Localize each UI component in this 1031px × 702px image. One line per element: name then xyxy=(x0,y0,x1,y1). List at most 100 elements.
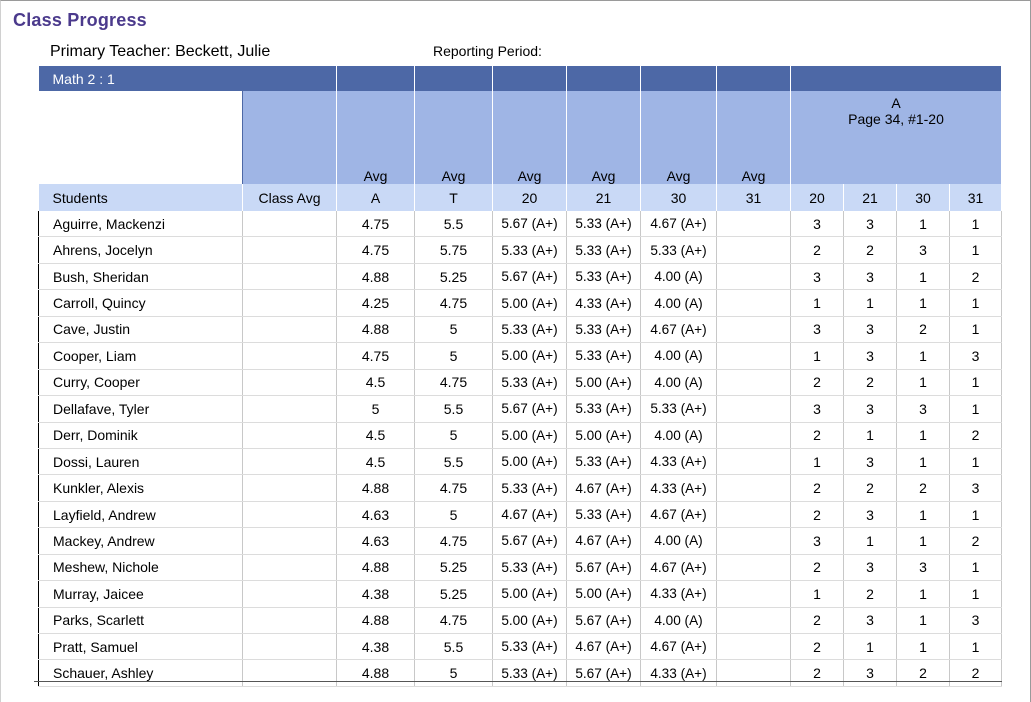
class-bar-cell xyxy=(566,66,641,91)
avg-30-cell: 4.67 (A+) xyxy=(640,316,717,344)
avg-31-cell xyxy=(716,474,791,502)
class-bar-cell xyxy=(790,66,1002,91)
class-avg-cell xyxy=(242,422,337,449)
avg-21-cell: 5.33 (A+) xyxy=(566,236,641,264)
col-score-20: 20 xyxy=(790,184,844,211)
avg-20-cell: 5.33 (A+) xyxy=(492,633,567,661)
table-row: Meshew, Nichole 4.88 5.25 5.33 (A+) 5.67 (A+… xyxy=(38,554,1002,582)
score-20-cell: 2 xyxy=(790,633,844,661)
avg-label: Avg xyxy=(566,91,641,184)
score-31-cell: 3 xyxy=(949,474,1002,502)
student-name: Bush, Sheridan xyxy=(38,263,243,291)
score-30-cell: 3 xyxy=(896,236,950,264)
class-avg-cell xyxy=(242,501,337,529)
avg-label: Avg xyxy=(336,91,415,184)
score-31-cell: 1 xyxy=(949,633,1002,661)
score-30-cell: 1 xyxy=(896,289,950,317)
assignment-title: A xyxy=(891,95,901,111)
avg-20-cell: 4.67 (A+) xyxy=(492,501,567,529)
table-row: Mackey, Andrew 4.63 4.75 5.67 (A+) 4.67 (A+)… xyxy=(38,527,1002,555)
avg-20-cell: 5.00 (A+) xyxy=(492,448,567,476)
avg-a-cell: 4.5 xyxy=(336,369,415,397)
avg-31-cell xyxy=(716,369,791,397)
avg-31-cell xyxy=(716,289,791,317)
avg-31-cell xyxy=(716,448,791,476)
avg-31-cell xyxy=(716,607,791,635)
avg-31-cell xyxy=(716,342,791,370)
col-avg-31: 31 xyxy=(716,184,791,211)
student-name: Carroll, Quincy xyxy=(38,289,243,317)
class-avg-cell xyxy=(242,289,337,317)
class-avg-cell xyxy=(242,395,337,423)
avg-31-cell xyxy=(716,263,791,291)
avg-30-cell: 4.33 (A+) xyxy=(640,580,717,608)
score-21-cell: 1 xyxy=(843,527,897,555)
class-avg-cell xyxy=(242,659,337,687)
avg-30-cell: 4.67 (A+) xyxy=(640,211,717,238)
avg-label: Avg xyxy=(640,91,717,184)
student-name: Layfield, Andrew xyxy=(38,501,243,529)
avg-31-cell xyxy=(716,211,791,238)
score-31-cell: 1 xyxy=(949,395,1002,423)
avg-30-cell: 4.67 (A+) xyxy=(640,501,717,529)
avg-t-cell: 5.25 xyxy=(414,580,493,608)
avg-t-cell: 5 xyxy=(414,659,493,687)
score-31-cell: 3 xyxy=(949,607,1002,635)
class-avg-cell xyxy=(242,527,337,555)
avg-label: Avg xyxy=(414,91,493,184)
score-31-cell: 1 xyxy=(949,501,1002,529)
avg-20-cell: 5.33 (A+) xyxy=(492,369,567,397)
table-row: Kunkler, Alexis 4.88 4.75 5.33 (A+) 4.67 (A+… xyxy=(38,474,1002,502)
avg-30-cell: 4.00 (A) xyxy=(640,263,717,291)
avg-t-cell: 5.5 xyxy=(414,448,493,476)
avg-t-cell: 5.75 xyxy=(414,236,493,264)
student-name: Dossi, Lauren xyxy=(38,448,243,476)
avg-20-cell: 5.00 (A+) xyxy=(492,342,567,370)
avg-a-cell: 4.75 xyxy=(336,211,415,238)
avg-20-cell: 5.33 (A+) xyxy=(492,316,567,344)
score-30-cell: 3 xyxy=(896,395,950,423)
avg-a-cell: 4.25 xyxy=(336,289,415,317)
avg-21-cell: 4.67 (A+) xyxy=(566,527,641,555)
avg-21-cell: 5.33 (A+) xyxy=(566,395,641,423)
avg-label: Avg xyxy=(716,91,791,184)
score-30-cell: 2 xyxy=(896,474,950,502)
col-avg-30: 30 xyxy=(640,184,717,211)
score-21-cell: 3 xyxy=(843,448,897,476)
avg-20-cell: 5.33 (A+) xyxy=(492,474,567,502)
class-name: Math 2 : 1 xyxy=(38,66,243,91)
avg-30-cell: 5.33 (A+) xyxy=(640,395,717,423)
score-21-cell: 2 xyxy=(843,580,897,608)
col-avg-a: A xyxy=(336,184,415,211)
student-name: Parks, Scarlett xyxy=(38,607,243,635)
table-row: Schauer, Ashley 4.88 5 5.33 (A+) 5.67 (A+) 4.… xyxy=(38,659,1002,687)
avg-a-cell: 4.63 xyxy=(336,501,415,529)
col-avg-21: 21 xyxy=(566,184,641,211)
avg-30-cell: 4.00 (A) xyxy=(640,289,717,317)
avg-30-cell: 5.33 (A+) xyxy=(640,236,717,264)
student-name: Ahrens, Jocelyn xyxy=(38,236,243,264)
avg-a-cell: 4.5 xyxy=(336,448,415,476)
score-20-cell: 2 xyxy=(790,474,844,502)
avg-a-cell: 4.88 xyxy=(336,554,415,582)
score-20-cell: 2 xyxy=(790,501,844,529)
table-row: Layfield, Andrew 4.63 5 4.67 (A+) 5.33 (A+) 4… xyxy=(38,501,1002,529)
score-20-cell: 2 xyxy=(790,236,844,264)
avg-t-cell: 5 xyxy=(414,422,493,449)
score-31-cell: 2 xyxy=(949,659,1002,687)
score-21-cell: 1 xyxy=(843,633,897,661)
class-header-row: Math 2 : 1 xyxy=(38,66,1002,91)
score-31-cell: 1 xyxy=(949,580,1002,608)
score-31-cell: 1 xyxy=(949,211,1002,238)
table-row: Curry, Cooper 4.5 4.75 5.33 (A+) 5.00 (A+) 4.… xyxy=(38,369,1002,397)
avg-20-cell: 5.00 (A+) xyxy=(492,289,567,317)
avg-20-cell: 5.33 (A+) xyxy=(492,554,567,582)
avg-31-cell xyxy=(716,316,791,344)
class-avg-cell xyxy=(242,554,337,582)
score-20-cell: 3 xyxy=(790,211,844,238)
student-name: Cooper, Liam xyxy=(38,342,243,370)
avg-t-cell: 5 xyxy=(414,342,493,370)
avg-30-cell: 4.00 (A) xyxy=(640,607,717,635)
reporting-period-label: Reporting Period: xyxy=(433,43,542,59)
col-class-avg: Class Avg xyxy=(242,184,337,211)
